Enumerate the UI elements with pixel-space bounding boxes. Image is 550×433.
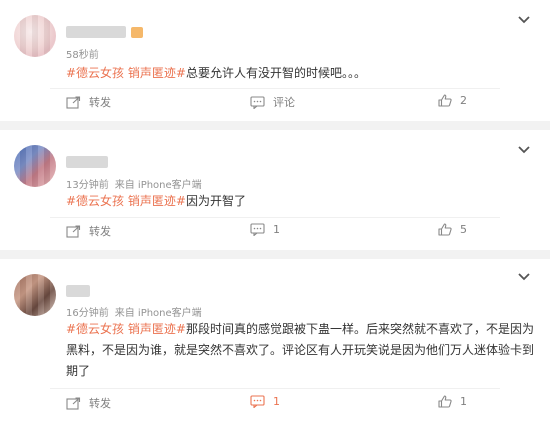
like-button[interactable]: 2 <box>438 94 467 107</box>
comment-body: 因为开智了 <box>185 194 246 208</box>
comment-card: 58秒前 #德云女孩 销声匿迹#总要允许人有没开智的时候吧。。。 转发 评论 2 <box>0 0 550 121</box>
like-icon <box>438 395 452 408</box>
chevron-down-icon[interactable] <box>517 272 531 282</box>
comment-icon <box>250 95 265 109</box>
topic-tag[interactable]: #德云女孩 销声匿迹# <box>66 66 186 80</box>
chevron-down-icon[interactable] <box>517 145 531 155</box>
topic-tag[interactable]: #德云女孩 销声匿迹# <box>66 194 186 208</box>
comment-icon <box>250 223 265 236</box>
comment-count: 评论 <box>273 96 295 109</box>
comment-text: #德云女孩 销声匿迹#因为开智了 <box>66 191 536 212</box>
avatar[interactable] <box>14 274 56 316</box>
comment-count: 1 <box>273 395 280 408</box>
forward-icon <box>66 95 81 109</box>
divider <box>50 217 500 218</box>
like-icon <box>438 94 452 107</box>
comment-body: 总要允许人有没开智的时候吧。。。 <box>185 66 366 80</box>
forward-button[interactable]: 转发 <box>66 223 111 239</box>
like-count: 2 <box>460 94 467 107</box>
forward-label: 转发 <box>89 397 111 410</box>
comment-button[interactable]: 1 <box>250 223 280 236</box>
comment-time: 13分钟前 <box>66 180 109 191</box>
chevron-down-icon[interactable] <box>517 15 531 25</box>
comment-icon <box>250 395 265 408</box>
comment-time: 58秒前 <box>66 50 99 61</box>
username-blurred[interactable] <box>66 285 90 297</box>
forward-icon <box>66 396 81 410</box>
avatar[interactable] <box>14 145 56 187</box>
comment-text: #德云女孩 销声匿迹#那段时间真的感觉跟被下蛊一样。后来突然就不喜欢了，不是因为… <box>66 319 536 382</box>
comment-time: 16分钟前 <box>66 308 109 319</box>
comment-meta: 13分钟前 来自 iPhone客户端 <box>66 176 202 191</box>
comment-button[interactable]: 1 <box>250 395 280 408</box>
comment-button[interactable]: 评论 <box>250 94 295 110</box>
avatar[interactable] <box>14 15 56 57</box>
username-blurred[interactable] <box>66 26 126 38</box>
forward-label: 转发 <box>89 96 111 109</box>
member-badge-icon <box>131 27 143 38</box>
username-blurred[interactable] <box>66 156 108 168</box>
forward-button[interactable]: 转发 <box>66 395 111 411</box>
like-count: 1 <box>460 395 467 408</box>
divider <box>50 88 500 89</box>
like-icon <box>438 223 452 236</box>
comment-meta: 58秒前 <box>66 46 99 61</box>
forward-label: 转发 <box>89 225 111 238</box>
comment-count: 1 <box>273 223 280 236</box>
like-button[interactable]: 5 <box>438 223 467 236</box>
like-button[interactable]: 1 <box>438 395 467 408</box>
topic-tag[interactable]: #德云女孩 销声匿迹# <box>66 322 186 336</box>
comment-source: 来自 iPhone客户端 <box>114 308 202 319</box>
like-count: 5 <box>460 223 467 236</box>
comment-meta: 16分钟前 来自 iPhone客户端 <box>66 304 202 319</box>
comment-source: 来自 iPhone客户端 <box>114 180 202 191</box>
forward-icon <box>66 224 81 238</box>
comment-text: #德云女孩 销声匿迹#总要允许人有没开智的时候吧。。。 <box>66 63 536 84</box>
divider <box>50 388 500 389</box>
forward-button[interactable]: 转发 <box>66 94 111 110</box>
